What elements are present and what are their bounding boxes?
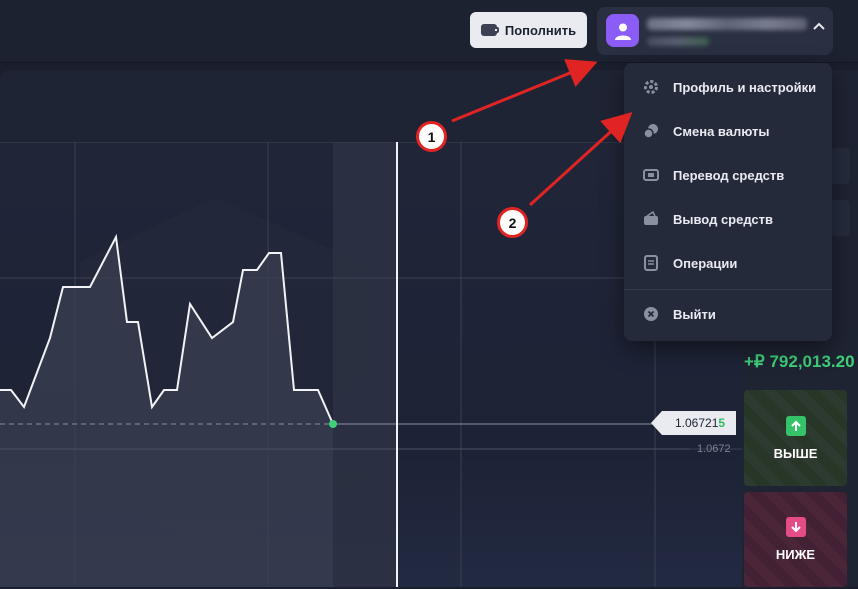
annotation-badge-2: 2 xyxy=(497,207,528,238)
annotation-arrows xyxy=(451,59,633,207)
annotation-badge-1: 1 xyxy=(416,121,447,152)
